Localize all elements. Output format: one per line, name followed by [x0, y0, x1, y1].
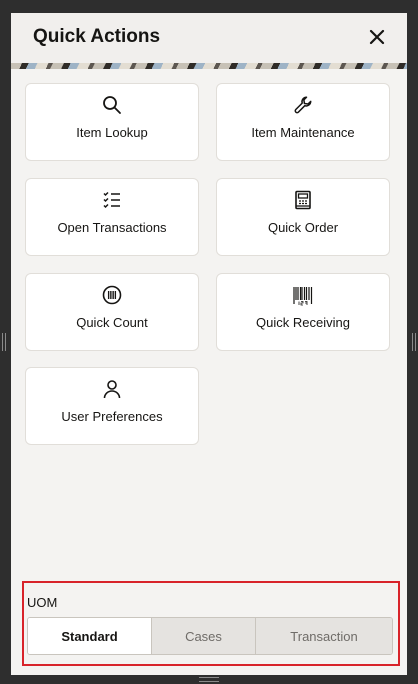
- uom-option-transaction[interactable]: Transaction: [255, 618, 392, 654]
- tile-label: Quick Order: [267, 220, 339, 235]
- tile-label: Quick Count: [76, 315, 148, 330]
- window-frame: Quick Actions Item Lookup Item Maintenan…: [0, 0, 418, 684]
- tile-label: Open Transactions: [57, 220, 167, 235]
- tile-quick-order[interactable]: Quick Order: [216, 178, 390, 256]
- right-resize-handle[interactable]: [412, 333, 416, 351]
- tile-open-transactions[interactable]: Open Transactions: [25, 178, 199, 256]
- checklist-icon: [103, 191, 120, 209]
- bottom-resize-handle[interactable]: [199, 677, 219, 682]
- search-icon: [103, 96, 121, 114]
- user-icon: [103, 380, 121, 399]
- uom-segmented-control: Standard Cases Transaction: [27, 617, 393, 655]
- tile-quick-receiving[interactable]: Quick Receiving: [216, 273, 390, 351]
- register-icon: [295, 190, 311, 210]
- tile-label: Item Lookup: [76, 125, 148, 140]
- actions-grid: Item Lookup Item Maintenance Open Transa…: [11, 69, 407, 579]
- barcode-icon: [293, 287, 313, 306]
- uom-option-standard[interactable]: Standard: [28, 618, 151, 654]
- uom-label: UOM: [27, 595, 58, 610]
- tile-item-maintenance[interactable]: Item Maintenance: [216, 83, 390, 161]
- uom-section: UOM Standard Cases Transaction: [22, 581, 400, 666]
- left-resize-handle[interactable]: [2, 333, 6, 351]
- tile-label: Item Maintenance: [251, 125, 355, 140]
- tile-quick-count[interactable]: Quick Count: [25, 273, 199, 351]
- close-button[interactable]: [365, 25, 389, 49]
- tile-user-preferences[interactable]: User Preferences: [25, 367, 199, 445]
- panel-title: Quick Actions: [33, 26, 161, 47]
- barcode-circle-icon: [102, 285, 122, 305]
- tile-label: User Preferences: [61, 409, 163, 424]
- wrench-icon: [294, 96, 312, 114]
- panel-header: Quick Actions: [11, 13, 407, 63]
- tile-item-lookup[interactable]: Item Lookup: [25, 83, 199, 161]
- uom-option-cases[interactable]: Cases: [151, 618, 255, 654]
- quick-actions-panel: Quick Actions Item Lookup Item Maintenan…: [11, 13, 407, 675]
- tile-label: Quick Receiving: [256, 315, 350, 330]
- close-icon: [369, 29, 385, 45]
